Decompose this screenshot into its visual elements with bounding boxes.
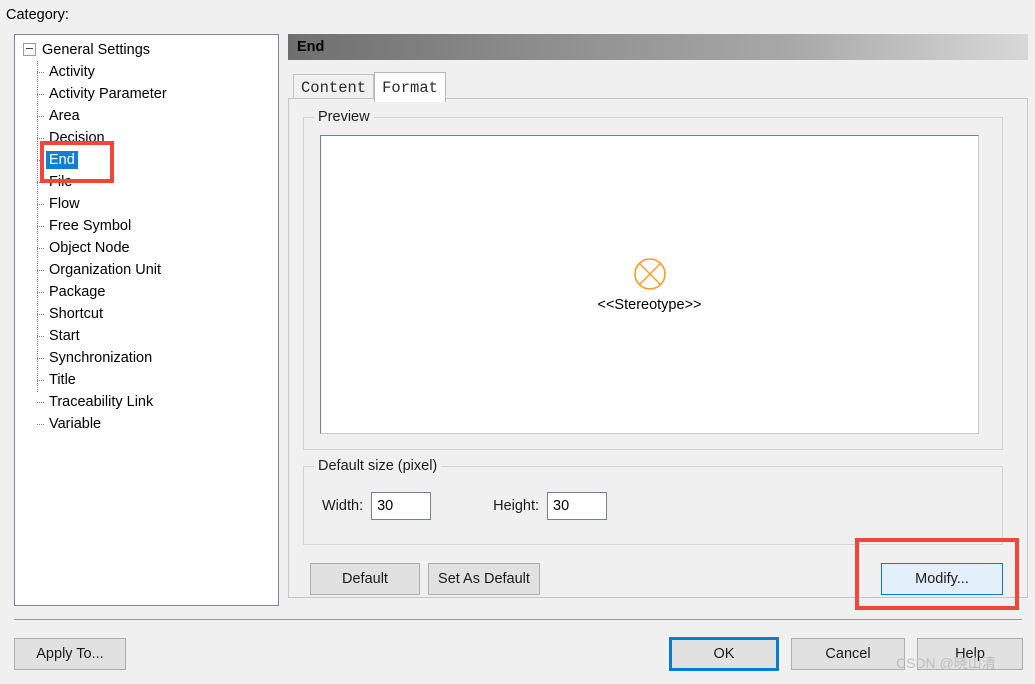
- panel-header-title: End: [288, 34, 1028, 60]
- category-tree[interactable]: General Settings Activity Activity Param…: [15, 35, 278, 435]
- tree-item-label-selected: End: [46, 151, 78, 169]
- tree-root-general-settings[interactable]: General Settings: [15, 39, 278, 61]
- tree-item-label: Variable: [49, 416, 102, 432]
- preview-canvas[interactable]: <<Stereotype>>: [320, 135, 979, 434]
- end-node-circle-x-icon: [633, 257, 666, 290]
- tab-strip[interactable]: Content Format: [288, 72, 1028, 102]
- tree-item-label: Area: [49, 108, 80, 124]
- set-as-default-button[interactable]: Set As Default: [428, 563, 540, 595]
- cancel-button[interactable]: Cancel: [791, 638, 905, 670]
- height-label: Height:: [493, 498, 540, 514]
- tree-item-synchronization[interactable]: Synchronization: [15, 347, 278, 369]
- modify-button[interactable]: Modify...: [881, 563, 1003, 595]
- tree-item-label: Decision: [49, 130, 105, 146]
- width-input[interactable]: [371, 492, 432, 520]
- tree-item-label: Activity Parameter: [49, 86, 167, 102]
- preview-groupbox: Preview <<Stereotype>>: [303, 108, 1003, 450]
- tree-item-label: File: [49, 174, 73, 190]
- tree-item-label: Object Node: [49, 240, 130, 256]
- preview-legend: Preview: [314, 108, 374, 126]
- stereotype-label: <<Stereotype>>: [597, 296, 702, 313]
- tree-item-object-node[interactable]: Object Node: [15, 237, 278, 259]
- tree-item-activity-parameter[interactable]: Activity Parameter: [15, 83, 278, 105]
- apply-to-button[interactable]: Apply To...: [14, 638, 126, 670]
- default-size-legend: Default size (pixel): [314, 457, 442, 475]
- ok-button[interactable]: OK: [669, 637, 779, 671]
- tree-item-decision[interactable]: Decision: [15, 127, 278, 149]
- tree-root-label: General Settings: [42, 42, 151, 59]
- tree-item-label: Shortcut: [49, 306, 103, 322]
- width-label: Width:: [322, 498, 364, 514]
- tree-item-start[interactable]: Start: [15, 325, 278, 347]
- tree-item-package[interactable]: Package: [15, 281, 278, 303]
- tree-item-label: Traceability Link: [49, 394, 154, 410]
- default-button[interactable]: Default: [310, 563, 420, 595]
- tree-item-area[interactable]: Area: [15, 105, 278, 127]
- tab-format[interactable]: Format: [374, 72, 446, 102]
- footer-divider: [14, 619, 1022, 620]
- preview-symbol: <<Stereotype>>: [598, 257, 702, 313]
- size-fields-row: Width: Height:: [322, 492, 608, 520]
- tree-item-label: Activity: [49, 64, 95, 80]
- category-tree-panel[interactable]: General Settings Activity Activity Param…: [14, 34, 279, 606]
- tree-item-label: Free Symbol: [49, 218, 132, 234]
- tree-item-shortcut[interactable]: Shortcut: [15, 303, 278, 325]
- tree-item-end[interactable]: End: [15, 149, 278, 171]
- tree-item-variable[interactable]: Variable: [15, 413, 278, 435]
- tree-item-label: Start: [49, 328, 80, 344]
- tree-item-traceability-link[interactable]: Traceability Link: [15, 391, 278, 413]
- height-input[interactable]: [547, 492, 608, 520]
- tree-item-file[interactable]: File: [15, 171, 278, 193]
- settings-panel: End Content Format Preview <<Stereotype>>…: [288, 34, 1028, 604]
- tree-item-label: Flow: [49, 196, 80, 212]
- tree-item-title[interactable]: Title: [15, 369, 278, 391]
- tree-item-label: Title: [49, 372, 76, 388]
- tree-item-activity[interactable]: Activity: [15, 61, 278, 83]
- help-button[interactable]: Help: [917, 638, 1023, 670]
- tree-item-label: Synchronization: [49, 350, 153, 366]
- tree-item-label: Organization Unit: [49, 262, 162, 278]
- default-size-groupbox: Default size (pixel) Width: Height:: [303, 457, 1003, 545]
- tree-item-label: Package: [49, 284, 106, 300]
- tab-content[interactable]: Content: [293, 74, 375, 100]
- tab-panel-format: Preview <<Stereotype>> Default size (pix…: [288, 98, 1028, 598]
- tree-item-free-symbol[interactable]: Free Symbol: [15, 215, 278, 237]
- category-label: Category:: [6, 7, 69, 23]
- tree-item-organization-unit[interactable]: Organization Unit: [15, 259, 278, 281]
- tree-item-flow[interactable]: Flow: [15, 193, 278, 215]
- collapse-minus-icon[interactable]: [23, 42, 36, 56]
